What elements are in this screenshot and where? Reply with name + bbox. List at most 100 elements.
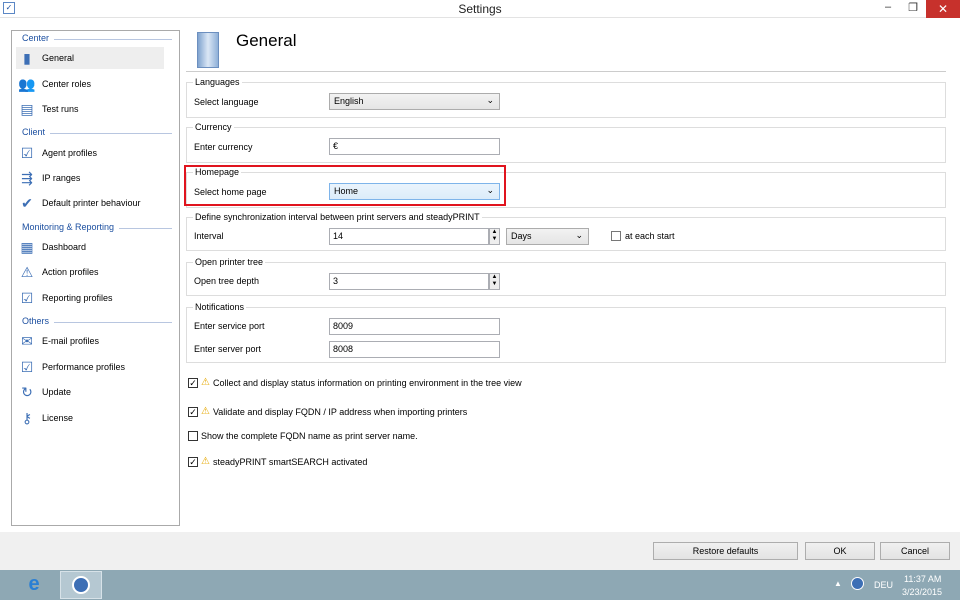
window-title: Settings bbox=[458, 2, 502, 16]
sidebar-item-reporting-profiles[interactable]: ☑ Reporting profiles bbox=[16, 287, 164, 309]
network-icon: ⇶ bbox=[21, 169, 33, 186]
checkbox[interactable]: ✓ bbox=[188, 456, 198, 467]
languages-group: Languages Select language English ⌄ bbox=[186, 77, 946, 118]
sidebar-item-test-runs[interactable]: ▤ Test runs bbox=[16, 98, 164, 120]
update-icon: ↻ bbox=[21, 383, 33, 400]
sidebar: Center ▮ General 👥 Center roles ▤ Test runs Cli… bbox=[11, 30, 180, 526]
interval-spinner[interactable]: ▲ ▼ bbox=[489, 228, 500, 245]
taskbar: e ▲ DEU 11:37 AM 3/23/2015 bbox=[0, 570, 960, 600]
interval-input[interactable]: 14 bbox=[329, 228, 489, 245]
tree-group: Open printer tree Open tree depth 3 ▲ ▼ bbox=[186, 257, 946, 296]
sidebar-item-general[interactable]: ▮ General bbox=[16, 47, 164, 69]
field-label: Select language bbox=[194, 97, 259, 107]
internet-explorer-icon[interactable]: e bbox=[20, 573, 48, 597]
close-button[interactable]: ✕ bbox=[926, 0, 960, 18]
group-label: Define synchronization interval between … bbox=[193, 212, 482, 222]
sidebar-item-label: Update bbox=[42, 387, 72, 397]
highlight-box bbox=[184, 165, 506, 206]
sidebar-item-update[interactable]: ↻ Update bbox=[16, 381, 164, 403]
tray-expand-icon[interactable]: ▲ bbox=[834, 579, 842, 588]
sidebar-item-label: General bbox=[42, 53, 75, 63]
warning-icon: ⚠ bbox=[201, 406, 210, 417]
group-label: Currency bbox=[193, 122, 234, 132]
steadyprint-taskbar-button[interactable] bbox=[60, 571, 102, 599]
printer-check-icon: ✔ bbox=[21, 194, 33, 211]
sidebar-section-header: Center bbox=[22, 33, 50, 43]
option-checkbox[interactable]: Show the complete FQDN name as print ser… bbox=[188, 431, 418, 441]
sidebar-section-header: Client bbox=[22, 127, 46, 137]
sidebar-item-center-roles[interactable]: 👥 Center roles bbox=[16, 73, 164, 95]
language-select[interactable]: English ⌄ bbox=[329, 93, 500, 110]
sidebar-item-label: IP ranges bbox=[42, 173, 81, 183]
report-icon: ☑ bbox=[20, 289, 34, 306]
option-checkbox[interactable]: ✓ ⚠ Validate and display FQDN / IP address… bbox=[188, 406, 467, 417]
server-icon bbox=[197, 32, 219, 68]
currency-group: Currency Enter currency € bbox=[186, 122, 946, 163]
clock-time[interactable]: 11:37 AM bbox=[904, 574, 941, 584]
sidebar-item-dashboard[interactable]: ▦ Dashboard bbox=[16, 236, 164, 258]
monitor-icon: ▤ bbox=[20, 100, 34, 117]
clock-date[interactable]: 3/23/2015 bbox=[902, 587, 942, 597]
at-each-start-checkbox[interactable]: at each start bbox=[611, 231, 675, 241]
sidebar-item-performance-profiles[interactable]: ☑ Performance profiles bbox=[16, 356, 164, 378]
sidebar-item-label: E-mail profiles bbox=[42, 336, 100, 346]
cancel-button[interactable]: Cancel bbox=[880, 542, 950, 560]
warning-icon: ⚠ bbox=[201, 456, 210, 467]
sync-group: Define synchronization interval between … bbox=[186, 212, 946, 251]
key-icon: ⚷ bbox=[21, 409, 33, 426]
service-port-input[interactable]: 8009 bbox=[329, 318, 500, 335]
language-indicator[interactable]: DEU bbox=[874, 580, 893, 590]
field-label: Enter service port bbox=[194, 321, 265, 331]
checkbox[interactable]: ✓ bbox=[188, 406, 198, 417]
section-divider bbox=[50, 133, 172, 134]
chevron-down-icon: ⌄ bbox=[575, 230, 583, 240]
sidebar-item-default-printer-behaviour[interactable]: ✔ Default printer behaviour bbox=[16, 192, 164, 214]
minimize-button[interactable]: – bbox=[878, 1, 898, 13]
sidebar-item-label: License bbox=[42, 413, 74, 423]
sidebar-item-label: Dashboard bbox=[42, 242, 87, 252]
option-label: Collect and display status information o… bbox=[212, 377, 522, 388]
sidebar-item-ip-ranges[interactable]: ⇶ IP ranges bbox=[16, 167, 164, 189]
field-label: Interval bbox=[194, 231, 224, 241]
option-label: Validate and display FQDN / IP address w… bbox=[212, 406, 468, 417]
sidebar-item-e-mail-profiles[interactable]: ✉ E-mail profiles bbox=[16, 330, 164, 352]
sidebar-item-agent-profiles[interactable]: ☑ Agent profiles bbox=[16, 142, 164, 164]
tree-depth-spinner[interactable]: ▲ ▼ bbox=[489, 273, 500, 290]
group-label: Open printer tree bbox=[193, 257, 266, 267]
restore-button[interactable]: ❐ bbox=[903, 1, 923, 14]
sidebar-section-header: Monitoring & Reporting bbox=[22, 222, 115, 232]
field-label: Enter server port bbox=[194, 344, 262, 354]
sidebar-item-label: Action profiles bbox=[42, 267, 99, 277]
sidebar-item-label: Reporting profiles bbox=[42, 293, 113, 303]
restore-defaults-button[interactable]: Restore defaults bbox=[653, 542, 798, 560]
sidebar-item-label: Performance profiles bbox=[42, 362, 126, 372]
checkbox[interactable] bbox=[188, 431, 198, 441]
section-divider bbox=[54, 322, 172, 323]
sidebar-item-license[interactable]: ⚷ License bbox=[16, 407, 164, 429]
sidebar-item-action-profiles[interactable]: ⚠ Action profiles bbox=[16, 261, 164, 283]
tree-depth-input[interactable]: 3 bbox=[329, 273, 489, 290]
users-icon: 👥 bbox=[18, 75, 36, 92]
page-title: General bbox=[236, 31, 297, 50]
title-bar: ✓ Settings – ❐ ✕ bbox=[0, 0, 960, 18]
option-checkbox[interactable]: ✓ ⚠ Collect and display status information… bbox=[188, 377, 522, 388]
sidebar-section-header: Others bbox=[22, 316, 50, 326]
action-profile-icon: ⚠ bbox=[20, 263, 34, 280]
sidebar-item-label: Test runs bbox=[42, 104, 79, 114]
option-checkbox[interactable]: ✓ ⚠ steadyPRINT smartSEARCH activated bbox=[188, 456, 367, 467]
currency-input[interactable]: € bbox=[329, 138, 500, 155]
agent-profile-icon: ☑ bbox=[20, 144, 34, 161]
chevron-down-icon: ⌄ bbox=[486, 95, 494, 105]
steadyprint-tray-icon[interactable] bbox=[851, 577, 864, 590]
server-icon: ▮ bbox=[23, 49, 31, 66]
option-label: steadyPRINT smartSEARCH activated bbox=[212, 456, 368, 467]
server-port-input[interactable]: 8008 bbox=[329, 341, 500, 358]
interval-unit-select[interactable]: Days ⌄ bbox=[506, 228, 589, 245]
email-icon: ✉ bbox=[21, 332, 33, 349]
section-divider bbox=[119, 228, 172, 229]
notifications-group: Notifications Enter service port 8009 En… bbox=[186, 302, 946, 363]
sidebar-item-label: Center roles bbox=[42, 79, 92, 89]
performance-icon: ☑ bbox=[20, 358, 34, 375]
ok-button[interactable]: OK bbox=[805, 542, 875, 560]
checkbox[interactable]: ✓ bbox=[188, 377, 198, 388]
